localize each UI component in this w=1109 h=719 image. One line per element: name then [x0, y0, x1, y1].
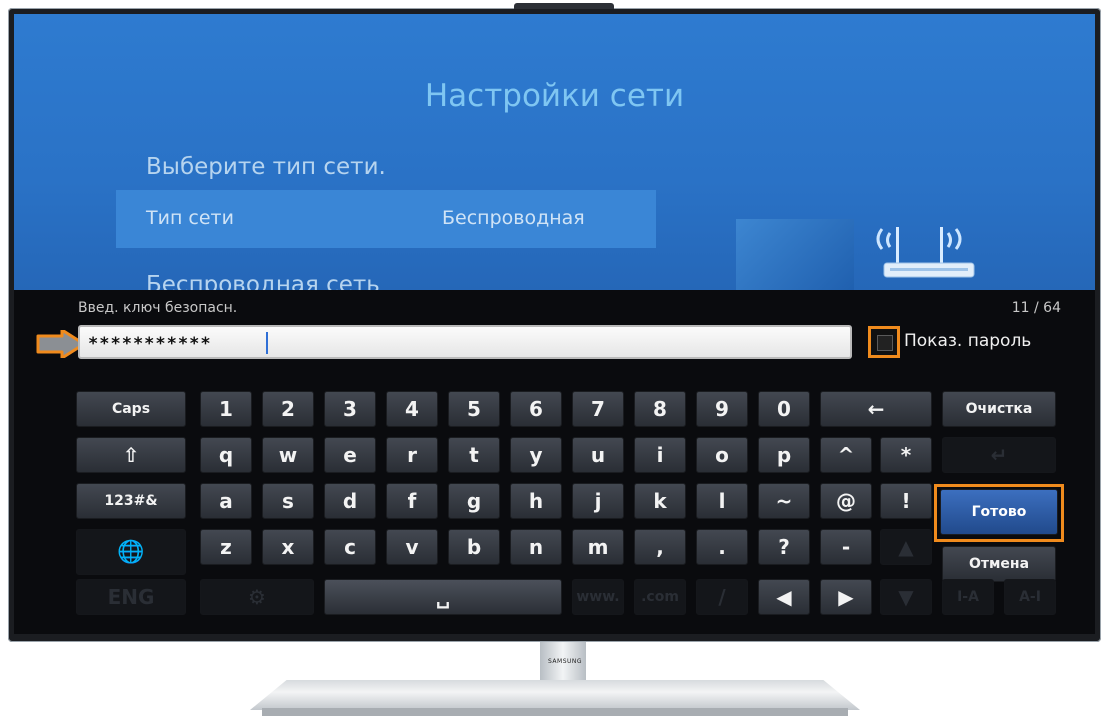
key-s[interactable]: s	[262, 483, 314, 519]
key-6[interactable]: 6	[510, 391, 562, 427]
key-u[interactable]: u	[572, 437, 624, 473]
key-e[interactable]: e	[324, 437, 376, 473]
key-8[interactable]: 8	[634, 391, 686, 427]
key-p[interactable]: p	[758, 437, 810, 473]
key-comma[interactable]: ,	[634, 529, 686, 565]
key-minus[interactable]: -	[820, 529, 872, 565]
key-period[interactable]: .	[696, 529, 748, 565]
settings-subtitle: Выберите тип сети.	[146, 154, 386, 180]
key-x[interactable]: x	[262, 529, 314, 565]
show-password-checkbox[interactable]	[868, 326, 900, 358]
key-1[interactable]: 1	[200, 391, 252, 427]
text-caret	[266, 332, 268, 354]
key-f[interactable]: f	[386, 483, 438, 519]
space-key[interactable]: ␣	[324, 579, 562, 615]
key-n[interactable]: n	[510, 529, 562, 565]
network-preview-image	[736, 219, 854, 294]
virtual-keyboard-panel: Введ. ключ безопасн. 11 / 64 ***********…	[14, 290, 1095, 634]
key-2[interactable]: 2	[262, 391, 314, 427]
key-3[interactable]: 3	[324, 391, 376, 427]
right-arrow-icon[interactable]: ▶	[820, 579, 872, 615]
tv-stand-front-edge	[262, 708, 848, 716]
key-j[interactable]: j	[572, 483, 624, 519]
key-tilde[interactable]: ~	[758, 483, 810, 519]
password-input[interactable]: ***********	[78, 325, 852, 359]
shift-key[interactable]: ⇧	[76, 437, 186, 473]
key-w[interactable]: w	[262, 437, 314, 473]
clear-button[interactable]: Очистка	[942, 391, 1056, 427]
tv-stand-base	[250, 680, 860, 710]
www-key[interactable]: www.	[572, 579, 624, 615]
key-l[interactable]: l	[696, 483, 748, 519]
input-mode-ai-key[interactable]: A-I	[1004, 579, 1056, 615]
key-c[interactable]: c	[324, 529, 376, 565]
network-type-label: Тип сети	[146, 207, 234, 229]
key-q[interactable]: q	[200, 437, 252, 473]
key-caps[interactable]: Caps	[76, 391, 186, 427]
cancel-button[interactable]: Отмена	[942, 546, 1056, 582]
key-asterisk[interactable]: *	[880, 437, 932, 473]
key-exclamation[interactable]: !	[880, 483, 932, 519]
key-4[interactable]: 4	[386, 391, 438, 427]
show-password-label: Показ. пароль	[904, 331, 1032, 351]
left-arrow-icon[interactable]: ◀	[758, 579, 810, 615]
key-at[interactable]: @	[820, 483, 872, 519]
key-a[interactable]: a	[200, 483, 252, 519]
key-r[interactable]: r	[386, 437, 438, 473]
gear-icon[interactable]: ⚙	[200, 579, 314, 615]
key-caret[interactable]: ^	[820, 437, 872, 473]
key-9[interactable]: 9	[696, 391, 748, 427]
key-z[interactable]: z	[200, 529, 252, 565]
key-i[interactable]: i	[634, 437, 686, 473]
key-b[interactable]: b	[448, 529, 500, 565]
key-0[interactable]: 0	[758, 391, 810, 427]
tv-camera-notch	[514, 3, 614, 9]
dotcom-key[interactable]: .com	[634, 579, 686, 615]
key-d[interactable]: d	[324, 483, 376, 519]
brand-logo: SAMSUNG	[548, 658, 583, 665]
input-mode-ia-key[interactable]: I-A	[942, 579, 994, 615]
key-5[interactable]: 5	[448, 391, 500, 427]
key-t[interactable]: t	[448, 437, 500, 473]
key-7[interactable]: 7	[572, 391, 624, 427]
router-icon	[864, 219, 984, 289]
key-question[interactable]: ?	[758, 529, 810, 565]
page-title: Настройки сети	[424, 78, 685, 114]
network-type-value: Беспроводная	[442, 207, 585, 229]
key-k[interactable]: k	[634, 483, 686, 519]
password-masked-text: ***********	[88, 334, 212, 354]
enter-key[interactable]: ↵	[942, 437, 1056, 473]
key-g[interactable]: g	[448, 483, 500, 519]
language-key[interactable]: ENG	[76, 579, 186, 615]
backspace-key[interactable]: ←	[820, 391, 932, 427]
character-counter: 11 / 64	[1011, 300, 1061, 316]
security-key-hint: Введ. ключ безопасн.	[78, 300, 238, 316]
globe-icon: 🌐	[76, 529, 186, 575]
checkbox-box	[877, 335, 893, 351]
symbols-key[interactable]: 123#&	[76, 483, 186, 519]
key-o[interactable]: o	[696, 437, 748, 473]
done-button[interactable]: Готово	[940, 489, 1058, 535]
key-m[interactable]: m	[572, 529, 624, 565]
network-settings-background: Настройки сети Выберите тип сети. Тип се…	[14, 14, 1095, 298]
network-type-row[interactable]: Тип сети Беспроводная	[116, 190, 656, 248]
key-y[interactable]: y	[510, 437, 562, 473]
down-arrow-icon[interactable]: ▼	[880, 579, 932, 615]
key-h[interactable]: h	[510, 483, 562, 519]
up-arrow-icon[interactable]: ▲	[880, 529, 932, 565]
key-v[interactable]: v	[386, 529, 438, 565]
slash-key[interactable]: /	[696, 579, 748, 615]
tv-screen: Настройки сети Выберите тип сети. Тип се…	[14, 14, 1095, 634]
